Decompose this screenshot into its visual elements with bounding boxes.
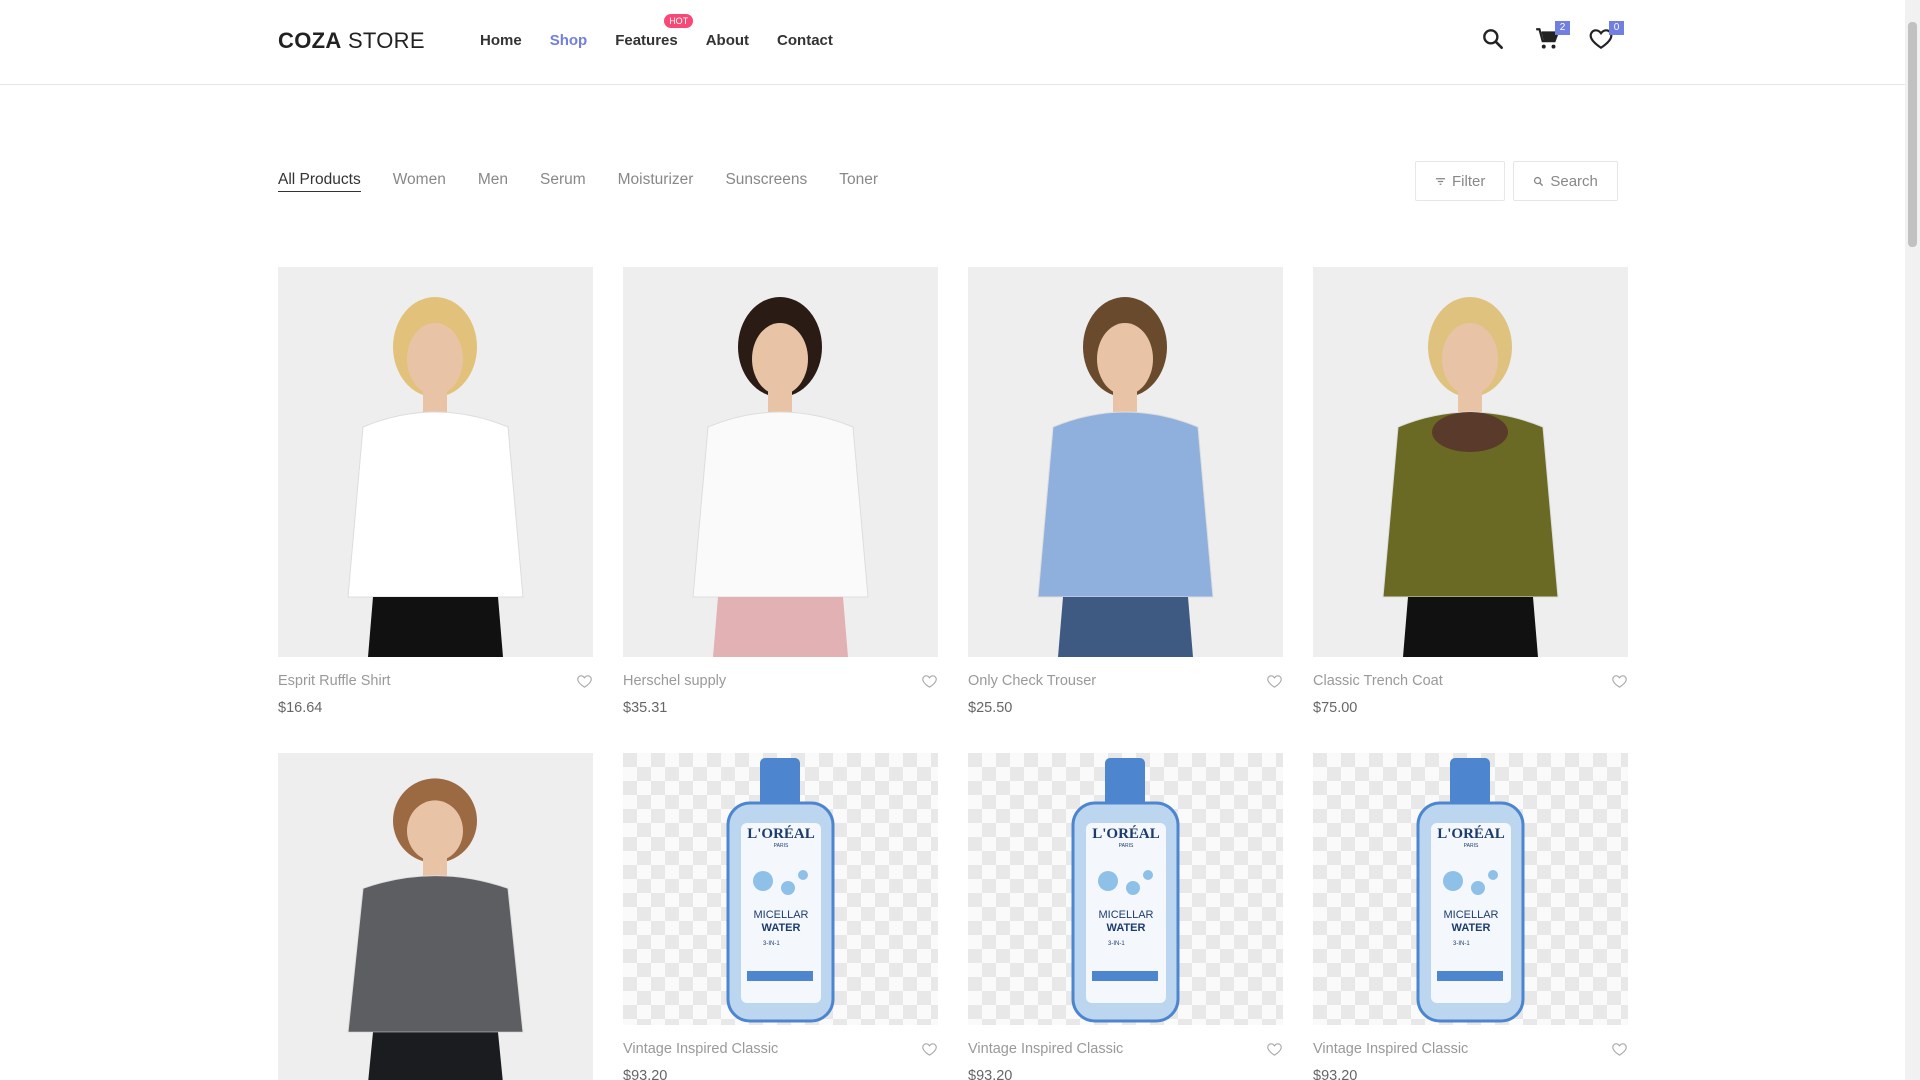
nav-item-shop[interactable]: Shop (550, 32, 588, 49)
product-price: $75.00 (1313, 700, 1358, 716)
product-image[interactable]: L'ORÉAL PARIS MICELLAR WATER 3-IN-1 (968, 753, 1283, 1025)
svg-text:MICELLAR: MICELLAR (753, 909, 808, 921)
product-price: $93.20 (1313, 1068, 1358, 1080)
nav-item-features[interactable]: Features HOT (615, 14, 694, 49)
product-name[interactable]: Herschel supply (623, 673, 938, 689)
wishlist-heart-icon[interactable] (1266, 1041, 1283, 1063)
product-name[interactable]: Esprit Ruffle Shirt (278, 673, 593, 689)
wishlist-button[interactable]: 0 (1588, 21, 1624, 54)
product-card: L'ORÉAL PARIS MICELLAR WATER 3-IN-1 Vint… (968, 753, 1283, 1080)
brand-logo[interactable]: COZA STORE (278, 28, 425, 54)
nav-item-label: About (705, 32, 750, 49)
product-card: Esprit Ruffle Shirt $16.64 (278, 267, 593, 716)
product-card: Herschel supply $35.31 (623, 267, 938, 716)
site-header: COZA STORE Home Shop Features HOT About Conta… (0, 0, 1905, 85)
product-name[interactable]: Vintage Inspired Classic (1313, 1041, 1628, 1057)
svg-text:L'ORÉAL: L'ORÉAL (747, 825, 815, 842)
product-name[interactable]: Vintage Inspired Classic (968, 1041, 1283, 1057)
product-image[interactable] (1313, 267, 1628, 657)
wishlist-heart-icon[interactable] (1611, 1041, 1628, 1063)
scrollbar-thumb[interactable] (1908, 22, 1917, 247)
nav-item-contact[interactable]: Contact (777, 32, 833, 49)
filter-label: Filter (1452, 172, 1486, 190)
nav-item-about[interactable]: About (706, 32, 749, 49)
product-card: Only Check Trouser $25.50 (968, 267, 1283, 716)
svg-text:3-IN-1: 3-IN-1 (763, 941, 780, 947)
filter-icon (1435, 177, 1446, 185)
search-small-icon (1534, 176, 1544, 186)
filter-button[interactable]: Filter (1415, 161, 1506, 201)
svg-text:WATER: WATER (762, 922, 801, 934)
nav-item-label: Contact (777, 32, 833, 49)
search-icon[interactable] (1480, 26, 1508, 54)
wishlist-heart-icon[interactable] (921, 1041, 938, 1063)
product-image[interactable] (623, 267, 938, 657)
product-price: $93.20 (968, 1068, 1013, 1080)
category-tab-women[interactable]: Women (393, 171, 446, 192)
category-filter-tabs: All Products Women Men Serum Moisturizer Suns… (278, 171, 910, 192)
main-nav: Home Shop Features HOT About Contact (480, 14, 861, 49)
nav-item-home[interactable]: Home (480, 32, 522, 49)
category-tab-toner[interactable]: Toner (839, 171, 878, 192)
wishlist-heart-icon[interactable] (1266, 673, 1283, 695)
svg-text:MICELLAR: MICELLAR (1443, 909, 1498, 921)
wishlist-count-badge: 0 (1609, 21, 1624, 35)
product-image[interactable] (278, 753, 593, 1080)
category-tab-sunscreens[interactable]: Sunscreens (725, 171, 807, 192)
svg-text:L'ORÉAL: L'ORÉAL (1437, 825, 1505, 842)
product-image[interactable] (278, 267, 593, 657)
product-card: L'ORÉAL PARIS MICELLAR WATER 3-IN-1 Vint… (623, 753, 938, 1080)
product-image[interactable] (968, 267, 1283, 657)
nav-item-label: Features (615, 32, 678, 49)
cart-count-badge: 2 (1555, 21, 1570, 35)
wishlist-heart-icon[interactable] (1611, 673, 1628, 695)
page-scrollbar[interactable] (1905, 0, 1920, 1080)
product-image[interactable]: L'ORÉAL PARIS MICELLAR WATER 3-IN-1 (623, 753, 938, 1025)
category-tab-serum[interactable]: Serum (540, 171, 586, 192)
category-tab-all-products[interactable]: All Products (278, 171, 361, 192)
nav-item-label: Home (480, 32, 522, 49)
toolbar: Filter Search (1415, 161, 1618, 201)
header-icons: 2 0 (1480, 21, 1624, 54)
nav-item-label: Shop (549, 32, 588, 49)
category-tab-men[interactable]: Men (478, 171, 508, 192)
search-label: Search (1550, 172, 1598, 190)
svg-text:MICELLAR: MICELLAR (1098, 909, 1153, 921)
wishlist-heart-icon[interactable] (921, 673, 938, 695)
product-price: $35.31 (623, 700, 668, 716)
svg-text:PARIS: PARIS (774, 843, 789, 849)
product-price: $93.20 (623, 1068, 668, 1080)
product-card: Classic Trench Coat $75.00 (1313, 267, 1628, 716)
product-name[interactable]: Classic Trench Coat (1313, 673, 1628, 689)
search-toggle-button[interactable]: Search (1513, 161, 1618, 201)
cart-button[interactable]: 2 (1534, 21, 1570, 54)
svg-text:PARIS: PARIS (1119, 843, 1134, 849)
product-image[interactable]: L'ORÉAL PARIS MICELLAR WATER 3-IN-1 (1313, 753, 1628, 1025)
product-price: $25.50 (968, 700, 1013, 716)
product-name[interactable]: Only Check Trouser (968, 673, 1283, 689)
svg-text:WATER: WATER (1452, 922, 1491, 934)
product-name[interactable]: Vintage Inspired Classic (623, 1041, 938, 1057)
svg-text:WATER: WATER (1107, 922, 1146, 934)
svg-text:3-IN-1: 3-IN-1 (1108, 941, 1125, 947)
svg-text:3-IN-1: 3-IN-1 (1453, 941, 1470, 947)
wishlist-heart-icon[interactable] (576, 673, 593, 695)
product-price: $16.64 (278, 700, 323, 716)
hot-badge: HOT (664, 14, 694, 28)
product-card: L'ORÉAL PARIS MICELLAR WATER 3-IN-1 Vint… (1313, 753, 1628, 1080)
svg-text:L'ORÉAL: L'ORÉAL (1092, 825, 1160, 842)
product-card (278, 753, 593, 1080)
category-tab-moisturizer[interactable]: Moisturizer (618, 171, 694, 192)
svg-text:PARIS: PARIS (1464, 843, 1479, 849)
